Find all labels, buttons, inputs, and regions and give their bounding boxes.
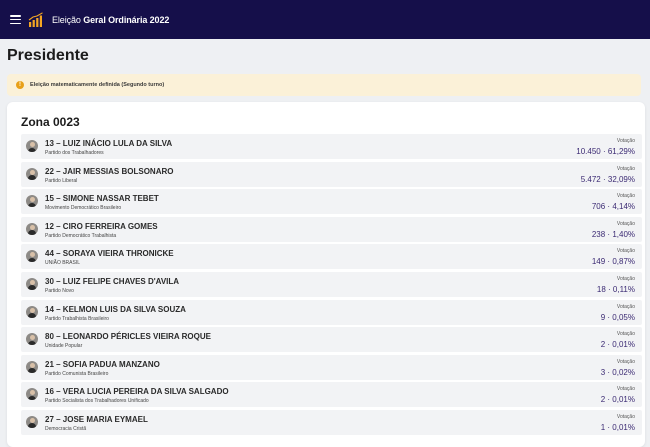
app-title: Eleição Geral Ordinária 2022 — [52, 15, 169, 25]
vote-value: 5.472 · 32,09% — [580, 174, 635, 184]
candidate-row[interactable]: 30 – LUIZ FELIPE CHAVES D'AVILA Partido N… — [21, 271, 642, 297]
alert-banner: ! Eleição matematicamente definida (Segu… — [7, 74, 641, 96]
candidate-name: 12 – CIRO FERREIRA GOMES — [45, 221, 158, 231]
candidate-name: 30 – LUIZ FELIPE CHAVES D'AVILA — [45, 276, 180, 286]
candidate-party: Partido Comunista Brasileiro — [45, 370, 109, 377]
candidate-photo — [26, 222, 38, 235]
vote-label: Votação — [616, 248, 635, 255]
vote-label: Votação — [616, 165, 635, 172]
vote-value: 10.450 · 61,29% — [576, 147, 635, 156]
vote-value: 9 · 0,05% — [600, 312, 635, 322]
candidate-name: 14 – KELMON LUIS DA SILVA SOUZA — [45, 304, 186, 314]
candidate-photo — [26, 167, 38, 180]
candidate-party: Movimento Democrático Brasileiro — [45, 205, 122, 212]
candidate-row[interactable]: 21 – SOFIA PADUA MANZANO Partido Comunist… — [21, 354, 642, 380]
vote-label: Votação — [616, 386, 635, 393]
candidate-party: UNIÃO BRASIL — [45, 260, 81, 267]
candidate-row[interactable]: 14 – KELMON LUIS DA SILVA SOUZA Partido T… — [21, 299, 642, 325]
candidate-name: 13 – LUIZ INÁCIO LULA DA SILVA — [45, 139, 173, 148]
candidate-row[interactable]: 27 – JOSE MARIA EYMAEL Democracia Cristã V… — [21, 409, 642, 435]
top-bar: Eleição Geral Ordinária 2022 — [0, 0, 650, 39]
vote-value: 18 · 0,11% — [596, 284, 635, 294]
candidate-row[interactable]: 13 – LUIZ INÁCIO LULA DA SILVA Partido do… — [21, 134, 642, 159]
page-title: Presidente — [7, 47, 89, 64]
alert-text: Eleição matematicamente definida (Segund… — [30, 82, 165, 88]
candidate-row[interactable]: 16 – VERA LUCIA PEREIRA DA SILVA SALGADO… — [21, 382, 642, 408]
vote-value: 2 · 0,01% — [600, 340, 635, 350]
vote-label: Votação — [616, 275, 635, 282]
vote-label: Votação — [616, 193, 635, 200]
candidate-party: Partido dos Trabalhadores — [45, 150, 104, 156]
vote-label: Votação — [616, 220, 635, 227]
candidate-party: Unidade Popular — [45, 343, 83, 350]
candidate-photo — [26, 140, 38, 152]
candidate-photo — [26, 250, 38, 263]
candidate-name: 44 – SORAYA VIEIRA THRONICKE — [45, 249, 174, 259]
candidate-photo — [26, 305, 38, 318]
app-title-prefix: Eleição — [52, 14, 84, 25]
candidate-name: 22 – JAIR MESSIAS BOLSONARO — [45, 166, 174, 176]
candidate-row[interactable]: 12 – CIRO FERREIRA GOMES Partido Democrát… — [21, 216, 642, 242]
candidate-party: Democracia Cristã — [45, 425, 87, 432]
candidate-photo — [26, 277, 38, 290]
candidate-photo — [26, 360, 38, 373]
candidate-row[interactable]: 80 – LEONARDO PÉRICLES VIEIRA ROQUE Unida… — [21, 327, 642, 353]
candidate-row[interactable]: 44 – SORAYA VIEIRA THRONICKE UNIÃO BRASIL… — [21, 244, 642, 270]
candidate-photo — [26, 195, 38, 208]
bar-chart-logo-icon — [28, 11, 43, 27]
candidate-name: 80 – LEONARDO PÉRICLES VIEIRA ROQUE — [45, 332, 211, 342]
vote-value: 2 · 0,01% — [600, 395, 635, 405]
vote-label: Votação — [616, 358, 635, 365]
candidate-row[interactable]: 15 – SIMONE NASSAR TEBET Movimento Democr… — [21, 189, 642, 215]
candidate-name: 15 – SIMONE NASSAR TEBET — [45, 194, 159, 204]
candidate-party: Partido Trabalhista Brasileiro — [45, 315, 109, 322]
zone-title: Zona 0023 — [21, 115, 80, 129]
menu-icon[interactable] — [10, 15, 21, 24]
vote-value: 706 · 4,14% — [591, 202, 635, 212]
candidate-photo — [26, 388, 38, 401]
candidate-party: Partido Democrático Trabalhista — [45, 232, 117, 239]
candidate-list: 13 – LUIZ INÁCIO LULA DA SILVA Partido do… — [21, 134, 642, 438]
alert-icon: ! — [16, 81, 24, 89]
vote-label: Votação — [616, 413, 635, 420]
candidate-party: Partido Liberal — [45, 177, 78, 184]
vote-value: 238 · 1,40% — [591, 229, 635, 239]
candidate-party: Partido Socialista dos Trabalhadores Uni… — [45, 398, 149, 405]
vote-label: Votação — [616, 138, 635, 144]
vote-value: 3 · 0,02% — [600, 367, 635, 377]
candidate-photo — [26, 415, 38, 428]
app-title-bold: Geral Ordinária 2022 — [83, 14, 170, 25]
candidate-party: Partido Novo — [45, 287, 74, 294]
candidate-row[interactable]: 22 – JAIR MESSIAS BOLSONARO Partido Liber… — [21, 161, 642, 187]
vote-value: 149 · 0,87% — [591, 257, 635, 267]
candidate-name: 21 – SOFIA PADUA MANZANO — [45, 359, 160, 369]
vote-value: 1 · 0,01% — [600, 422, 635, 432]
vote-label: Votação — [616, 303, 635, 310]
candidate-name: 16 – VERA LUCIA PEREIRA DA SILVA SALGADO — [45, 387, 229, 397]
vote-label: Votação — [616, 331, 635, 338]
zone-card: Zona 0023 13 – LUIZ INÁCIO LULA DA SILVA… — [7, 102, 645, 447]
candidate-name: 27 – JOSE MARIA EYMAEL — [45, 414, 148, 424]
candidate-photo — [26, 333, 38, 346]
